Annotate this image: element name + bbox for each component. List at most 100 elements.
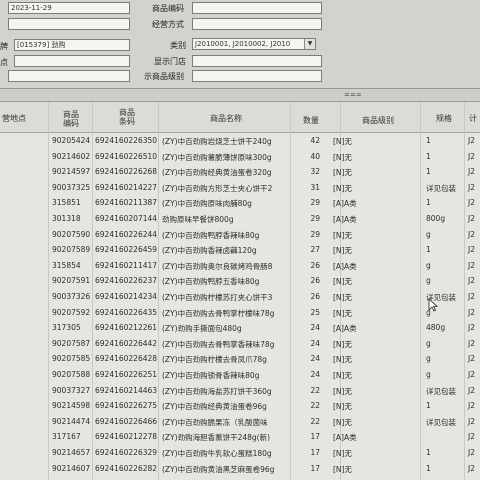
cell-spec: g: [426, 276, 431, 286]
cell-last: J2: [468, 198, 475, 208]
cell-barcode: 6924160226268: [95, 167, 158, 177]
table-row[interactable]: 90037326 6924160214234 (ZY)中百劲购柠檬苏打夹心饼干3 26…: [0, 290, 480, 304]
label-brand: 牌: [0, 42, 8, 51]
cell-code: 90207588: [52, 370, 91, 379]
header-spec[interactable]: 规格: [432, 114, 456, 123]
table-row[interactable]: 90037327 6924160214463 (ZY)中百劲购海盐苏打饼干360g 2…: [0, 384, 480, 398]
cell-product-name: (ZY)中百劲购奥尔良碳烤鸡骨肠8: [162, 261, 273, 271]
label-product-level: 示商品级别: [144, 72, 184, 81]
cell-product-name: (ZY)中百劲购薯脆薄饼原味300g: [162, 152, 272, 162]
cell-barcode: 6924160226350: [95, 136, 158, 145]
cell-product-name: (ZY)中百劲购去骨鸭掌柠檬味78g: [162, 308, 275, 318]
label-category: 类别: [170, 41, 186, 50]
date-field[interactable]: 2023-11-29: [8, 2, 130, 14]
cell-code: 90214602: [52, 151, 91, 161]
product-code-field[interactable]: [192, 2, 322, 14]
table-row[interactable]: 90214657 6924160226329 (ZY)中百劲购牛乳软心蛋糕180g 1…: [0, 446, 480, 460]
cell-level: [N]无: [333, 277, 352, 287]
table-row[interactable]: 315854 6924160211417 (ZY)中百劲购奥尔良碳烤鸡骨肠8 26 [A…: [0, 259, 480, 273]
cell-spec: 详见包装: [426, 183, 456, 193]
field-row2-left[interactable]: [8, 18, 130, 30]
cell-quantity: 22: [310, 416, 320, 426]
table-row[interactable]: 317305 6924160212261 (ZY)劲购手撕面包480g 24 [A]A类…: [0, 321, 480, 335]
cell-code: 90214598: [52, 401, 91, 411]
table-row[interactable]: 315851 6924160211387 (ZY)中百劲购原味肉脯80g 29 [A]A…: [0, 196, 480, 210]
table-row[interactable]: 90214598 6924160226275 (ZY)中百劲购经典黄油蛋卷96g 22…: [0, 399, 480, 413]
field-row5-left[interactable]: [8, 70, 130, 82]
table-row[interactable]: 90205424 6924160226350 (ZY)中百劲购岩烧芝士饼干240g 4…: [0, 134, 480, 148]
brand-field[interactable]: [015379] 劲购: [14, 39, 130, 51]
panel-splitter[interactable]: ===: [0, 88, 480, 102]
cell-spec: 480g: [426, 323, 446, 333]
header-qty[interactable]: 数量: [296, 116, 326, 125]
cell-spec: 1: [426, 136, 431, 145]
cell-code: 90207591: [52, 276, 91, 286]
show-store-field[interactable]: [192, 55, 322, 67]
table-row[interactable]: 90214474 6924160226466 (ZY)中百劲购脆果冻（乳酸菌味 22 […: [0, 415, 480, 429]
cell-level: [N]无: [333, 371, 352, 380]
cell-spec: 800g: [426, 214, 446, 223]
cell-barcode: 6924160212278: [95, 432, 158, 442]
cell-level: [N]无: [333, 355, 352, 365]
cell-level: [N]无: [333, 339, 352, 349]
cell-level: [N]无: [333, 386, 352, 396]
table-row[interactable]: 90207591 6924160226237 (ZY)中百劲购鸭脖五香味80g 26 […: [0, 274, 480, 288]
cell-last: J2: [468, 276, 475, 286]
chevron-down-icon[interactable]: ▼: [304, 39, 315, 49]
table-row[interactable]: 90207585 6924160226428 (ZY)中百劲购柠檬去骨凤爪78g 24…: [0, 352, 480, 366]
store-point-field[interactable]: [14, 55, 130, 67]
header-name[interactable]: 商品名称: [196, 114, 256, 123]
cell-product-name: (ZY)中百劲购柠檬去骨凤爪78g: [162, 355, 267, 365]
cell-product-name: (ZY)中百劲购脆果冻（乳酸菌味: [162, 417, 268, 427]
cell-last: J2: [468, 229, 475, 239]
splitter-handle[interactable]: ===: [344, 91, 362, 99]
product-level-field[interactable]: [192, 70, 322, 82]
cell-code: 317167: [52, 432, 81, 442]
category-select[interactable]: J2010001, J2010002, J2010 ▼: [192, 38, 316, 50]
table-row[interactable]: 317167 6924160212278 (ZY)劲购海胆香薰饼干248g(新) 17…: [0, 430, 480, 444]
cell-quantity: 24: [310, 354, 320, 364]
cell-level: [N]无: [333, 308, 352, 318]
header-level[interactable]: 商品级别: [356, 116, 400, 125]
cell-last: J2: [468, 323, 475, 333]
table-row[interactable]: 90207588 6924160226251 (ZY)中百劲购锁骨香辣味80g 24 […: [0, 368, 480, 382]
cell-quantity: 26: [310, 292, 320, 301]
cell-last: J2: [468, 448, 475, 457]
cell-barcode: 6924160207144: [95, 214, 158, 223]
cell-spec: g: [426, 370, 431, 379]
cell-code: 90207590: [52, 229, 91, 239]
cell-spec: 1: [426, 463, 431, 473]
header-barcode[interactable]: 商品 条码: [112, 108, 142, 126]
cell-quantity: 24: [310, 338, 320, 348]
cell-last: J2: [468, 214, 475, 223]
cell-last: J2: [468, 292, 475, 301]
cell-level: [N]无: [333, 293, 352, 302]
table-row[interactable]: 90207590 6924160226244 (ZY)中百劲购鸭脖香辣味80g 29 […: [0, 228, 480, 242]
cell-code: 90207587: [52, 338, 91, 348]
table-row[interactable]: 301318 6924160207144 劲购原味早餐饼800g 29 [A]A类 800…: [0, 212, 480, 226]
cell-spec: g: [426, 338, 431, 348]
query-form: 2023-11-29 商品编码 经营方式 牌 [015379] 劲购 类别 J2…: [0, 0, 480, 88]
cell-level: [A]A类: [333, 261, 357, 271]
table-row[interactable]: 90214597 6924160226268 (ZY)中百劲购经典黄油蛋卷320g 3…: [0, 165, 480, 179]
cell-last: J2: [468, 151, 475, 161]
header-last[interactable]: 计: [466, 114, 480, 123]
table-row[interactable]: 90207592 6924160226435 (ZY)中百劲购去骨鸭掌柠檬味78g 2…: [0, 306, 480, 320]
table-row[interactable]: 90207587 6924160226442 (ZY)中百劲购去骨鸭掌香辣味78g 2…: [0, 337, 480, 351]
table-row[interactable]: 90214602 6924160226510 (ZY)中百劲购薯脆薄饼原味300g 4…: [0, 150, 480, 164]
cell-barcode: 6924160211387: [95, 198, 158, 208]
table-row[interactable]: 90037325 6924160214227 (ZY)中百劲购方形芝士夹心饼干2 31…: [0, 181, 480, 195]
cell-level: [A]A类: [333, 199, 357, 209]
category-value: J2010001, J2010002, J2010: [195, 40, 291, 48]
cell-level: [N]无: [333, 246, 352, 256]
operation-mode-field[interactable]: [192, 18, 322, 30]
table-row[interactable]: 90214607 6924160226282 (ZY)中百劲购黄油黑芝麻蛋卷96g 1…: [0, 462, 480, 476]
header-code[interactable]: 商品 编码: [56, 110, 86, 128]
cell-code: 315854: [52, 260, 81, 270]
table-row[interactable]: 90207589 6924160226459 (ZY)中百劲购香辣卤藕120g 27 […: [0, 243, 480, 257]
header-dept[interactable]: 营地点: [2, 114, 42, 123]
cell-code: 90207592: [52, 307, 91, 317]
cell-spec: 1: [426, 151, 431, 161]
cell-quantity: 17: [310, 432, 320, 442]
cell-last: J2: [468, 167, 475, 177]
